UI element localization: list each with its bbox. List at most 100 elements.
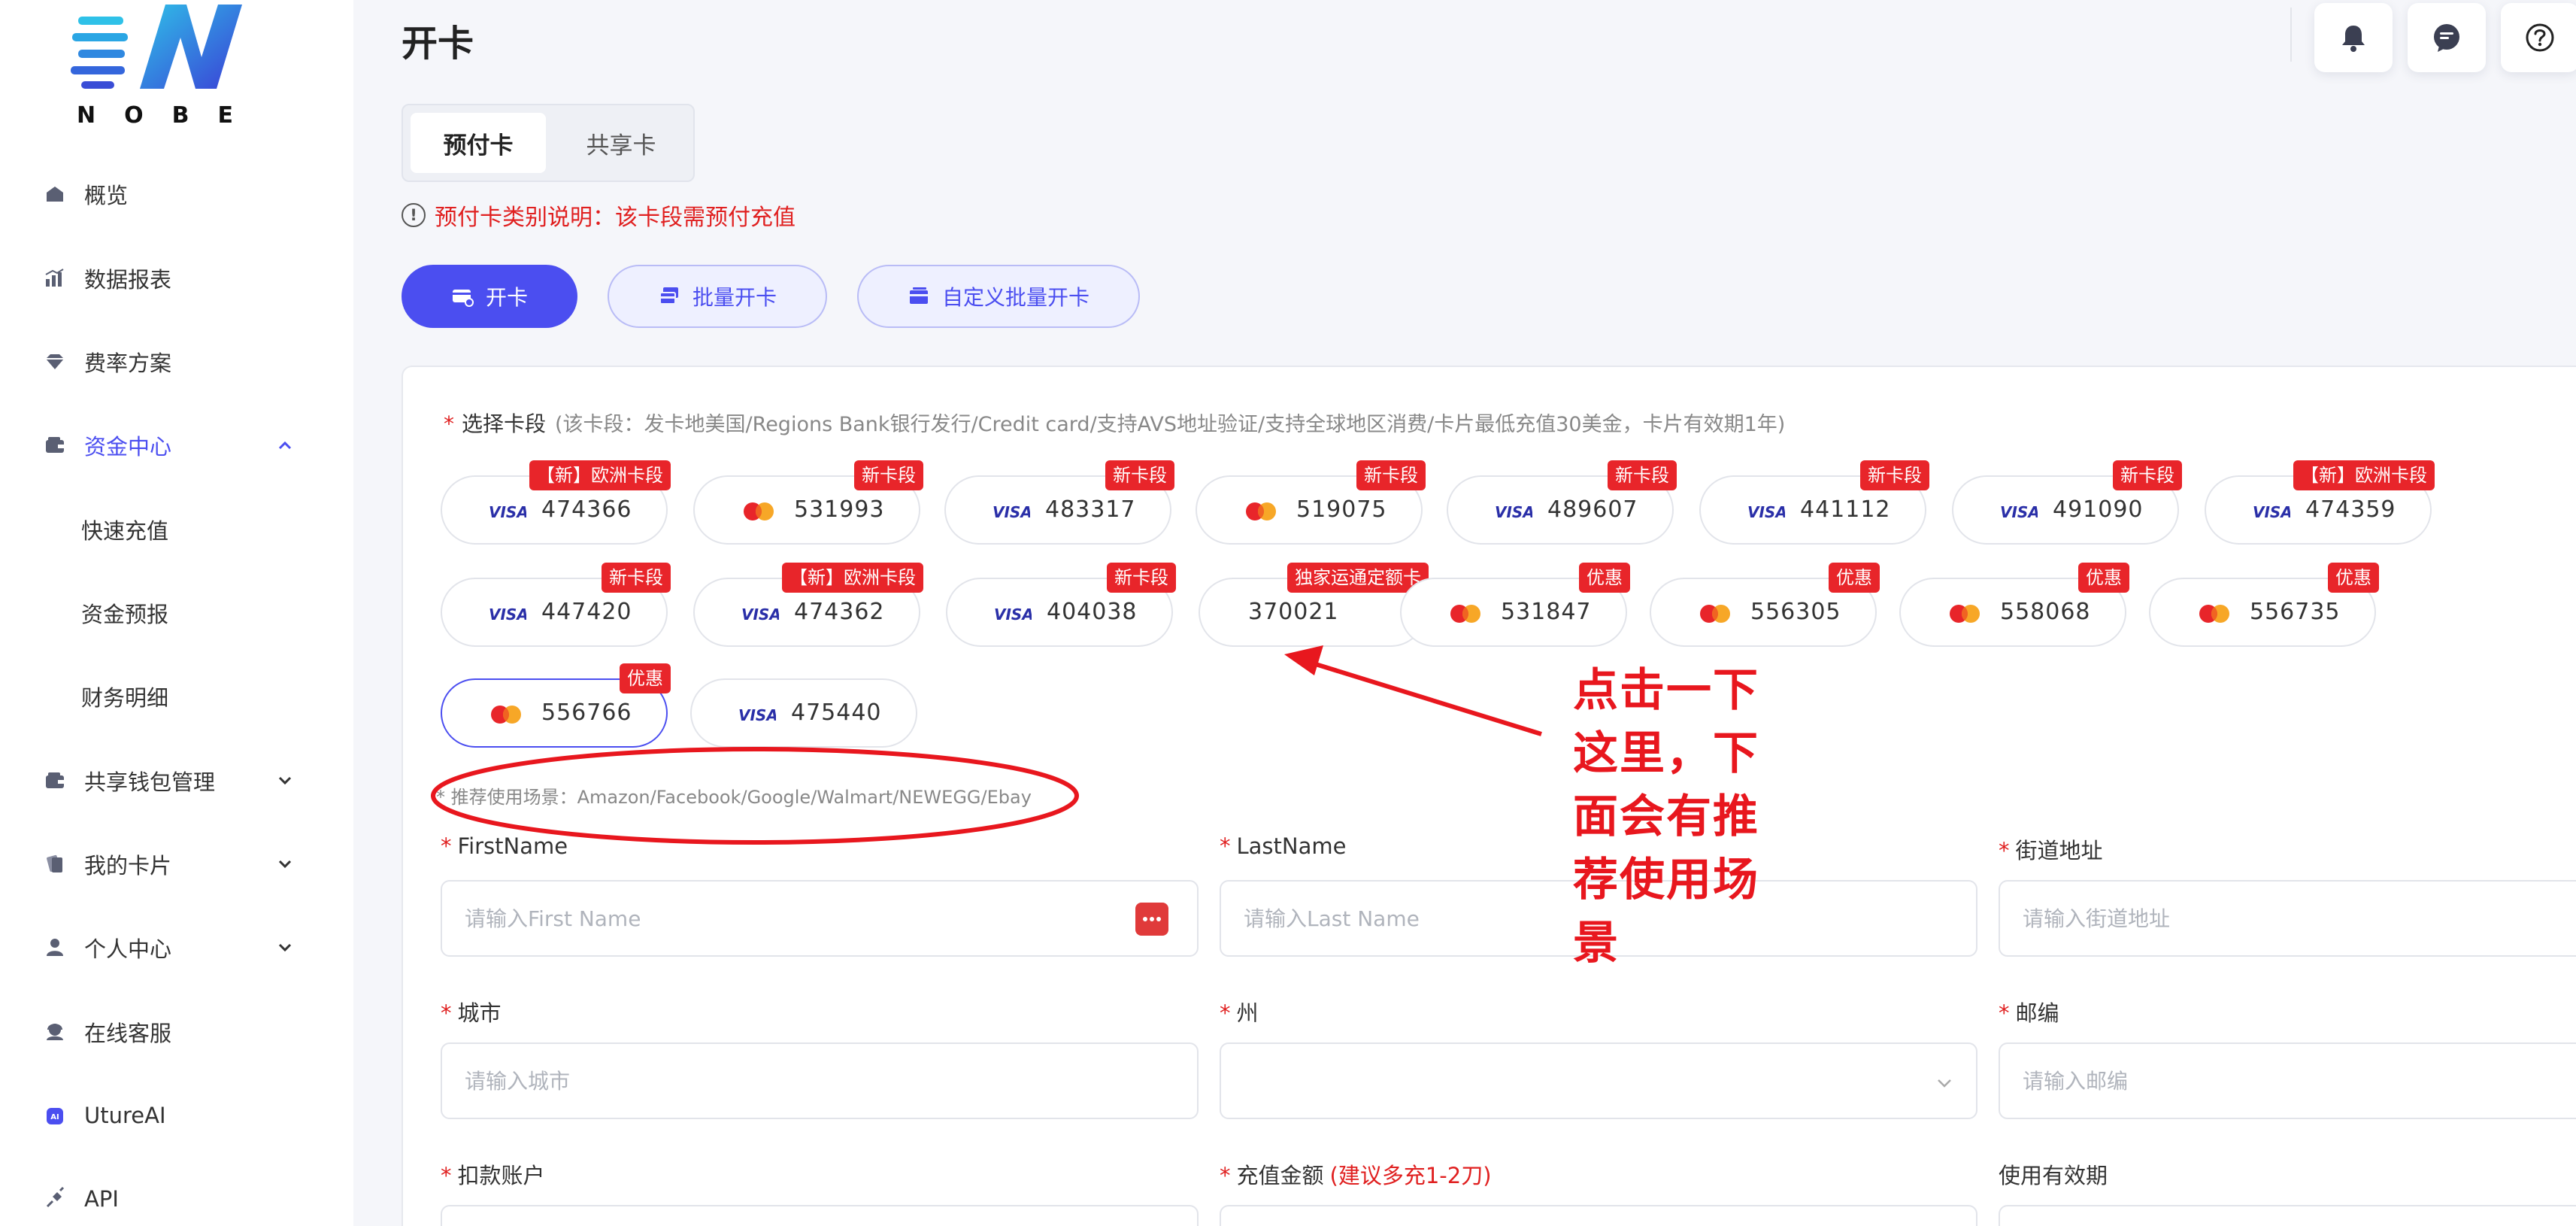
form-input[interactable] [1999,1205,2576,1226]
chevron-down-icon[interactable] [275,771,295,791]
tab-prepaid-card[interactable]: 预付卡 [411,113,546,173]
form-field-label-text: 邮编 [2015,1000,2059,1026]
sidebar-item[interactable]: 概览 [0,164,353,224]
card-segment-option[interactable]: 531993 新卡段 [693,460,923,545]
card-type-tabs: 预付卡 共享卡 [402,104,695,182]
tab-shared-card[interactable]: 共享卡 [553,113,689,173]
form-select[interactable] [1220,1042,1977,1119]
sidebar-item[interactable]: 资金中心 [0,415,353,475]
card-segment-option[interactable]: 519075 新卡段 [1196,460,1426,545]
sidebar-item[interactable]: AI UtureAI [0,1085,353,1146]
form-input[interactable] [1999,1042,2576,1119]
form-input-field[interactable] [1244,1206,1848,1226]
sidebar-item[interactable]: 个人中心 [0,918,353,978]
card-segment-option[interactable]: VISA 447420 新卡段 [441,563,671,647]
card-segment-badge: 优惠 [1579,563,1630,593]
form-input-field[interactable] [465,1044,1069,1118]
help-button[interactable] [2501,3,2576,72]
sidebar-item[interactable]: 财务明细 [0,666,353,727]
custom-batch-open-card-button[interactable]: 自定义批量开卡 [857,265,1140,328]
form-input-field[interactable] [465,882,1069,955]
form-field-label: * 扣款账户 [441,1158,545,1190]
message-button[interactable] [2408,3,2486,72]
form-field-label: * LastName [1220,833,1346,859]
support-icon [42,1019,68,1045]
form-input[interactable] [1220,1205,1977,1226]
card-segment-option[interactable]: VISA 475440 [690,678,917,748]
card-segment-number: 556766 [541,699,632,726]
required-mark: * [444,411,454,436]
form-input-field[interactable] [2023,1044,2484,1118]
card-segment-option[interactable]: 556735 优惠 [2149,563,2379,647]
chevron-down-icon[interactable] [275,938,295,957]
card-segment-number: 531993 [794,496,885,523]
form-field-label: * FirstName [441,833,568,859]
card-segment-number: 475440 [791,699,882,726]
wallet-icon [42,768,68,794]
mastercard-logo-icon [1242,501,1281,522]
card-segment-option[interactable]: VISA 441112 新卡段 [1699,460,1929,545]
card-segment-option[interactable]: VISA 404038 新卡段 [946,563,1176,647]
sidebar-item[interactable]: 我的卡片 [0,834,353,894]
ai-icon: AI [42,1103,68,1128]
custom-card-icon [909,287,928,304]
home-icon [42,181,68,207]
notification-button[interactable] [2314,3,2393,72]
bell-icon [2342,26,2365,52]
card-segment-badge: 【新】欧洲卡段 [782,563,923,593]
sidebar-item-label: 快速充值 [81,518,169,544]
prepaid-note: ! 预付卡类别说明：该卡段需预付充值 [402,200,796,231]
form-input-field[interactable] [2023,882,2484,955]
svg-text:VISA: VISA [741,605,779,624]
sidebar-item[interactable]: 费率方案 [0,332,353,392]
card-segment-option[interactable]: VISA 474359 【新】欧洲卡段 [2205,460,2435,545]
form-input-field[interactable] [2023,1206,2484,1226]
user-icon [42,935,68,960]
card-segment-option[interactable]: 531847 优惠 [1400,563,1630,647]
required-mark: * [441,1163,452,1188]
autofill-icon[interactable] [1135,903,1168,936]
form-input-field[interactable] [1244,1044,1848,1118]
svg-text:VISA: VISA [489,605,526,624]
card-segment-option[interactable]: VISA 489607 新卡段 [1447,460,1677,545]
nobe-logo[interactable]: NOBE [68,0,263,135]
form-field-label: * 邮编 [1999,996,2059,1027]
sidebar-item[interactable]: 数据报表 [0,248,353,308]
sidebar-item[interactable]: API [0,1169,353,1226]
mastercard-logo-icon [1447,603,1486,624]
sidebar-item[interactable]: 在线客服 [0,1002,353,1062]
form-input[interactable] [441,880,1199,957]
svg-text:VISA: VISA [1747,503,1785,521]
sidebar-item[interactable]: 共享钱包管理 [0,751,353,811]
card-segment-option[interactable]: 556305 优惠 [1650,563,1880,647]
form-input[interactable] [441,1205,1199,1226]
open-card-button[interactable]: 开卡 [402,265,577,328]
card-segment-number: 556305 [1750,599,1841,625]
card-segment-option[interactable]: 556766 优惠 [441,663,671,748]
form-input[interactable] [441,1042,1199,1119]
sidebar-item-label: 共享钱包管理 [84,769,216,795]
card-segment-number: 370021 [1248,599,1339,625]
card-segment-option[interactable]: VISA 474362 【新】欧洲卡段 [693,563,923,647]
visa-logo-icon: VISA [487,501,526,522]
annotation-line: 点击一下 [1573,664,1759,717]
chevron-up-icon[interactable] [275,435,295,455]
card-segment-option[interactable]: VISA 483317 新卡段 [944,460,1174,545]
card-segment-number: 474362 [794,599,885,625]
chevron-down-icon[interactable] [275,854,295,874]
visa-logo-icon: VISA [737,704,776,725]
card-segment-option[interactable]: 558068 优惠 [1899,563,2129,647]
mastercard-logo-icon [487,704,526,725]
card-segment-option[interactable]: 370021 独家运通定额卡 [1199,563,1429,647]
card-segment-option[interactable]: VISA 474366 【新】欧洲卡段 [441,460,671,545]
form-field-label: * 充值金额 (建议多充1-2刀) [1220,1158,1492,1190]
form-input[interactable] [1999,880,2576,957]
custom-batch-open-card-label: 自定义批量开卡 [941,285,1089,310]
batch-open-card-button[interactable]: 批量开卡 [608,265,827,328]
form-input-field[interactable] [465,1206,1069,1226]
sidebar-item[interactable]: 资金预报 [0,583,353,643]
sidebar-item-label: 费率方案 [84,351,172,376]
svg-text:VISA: VISA [994,605,1032,624]
card-segment-option[interactable]: VISA 491090 新卡段 [1952,460,2182,545]
sidebar-item[interactable]: 快速充值 [0,499,353,560]
